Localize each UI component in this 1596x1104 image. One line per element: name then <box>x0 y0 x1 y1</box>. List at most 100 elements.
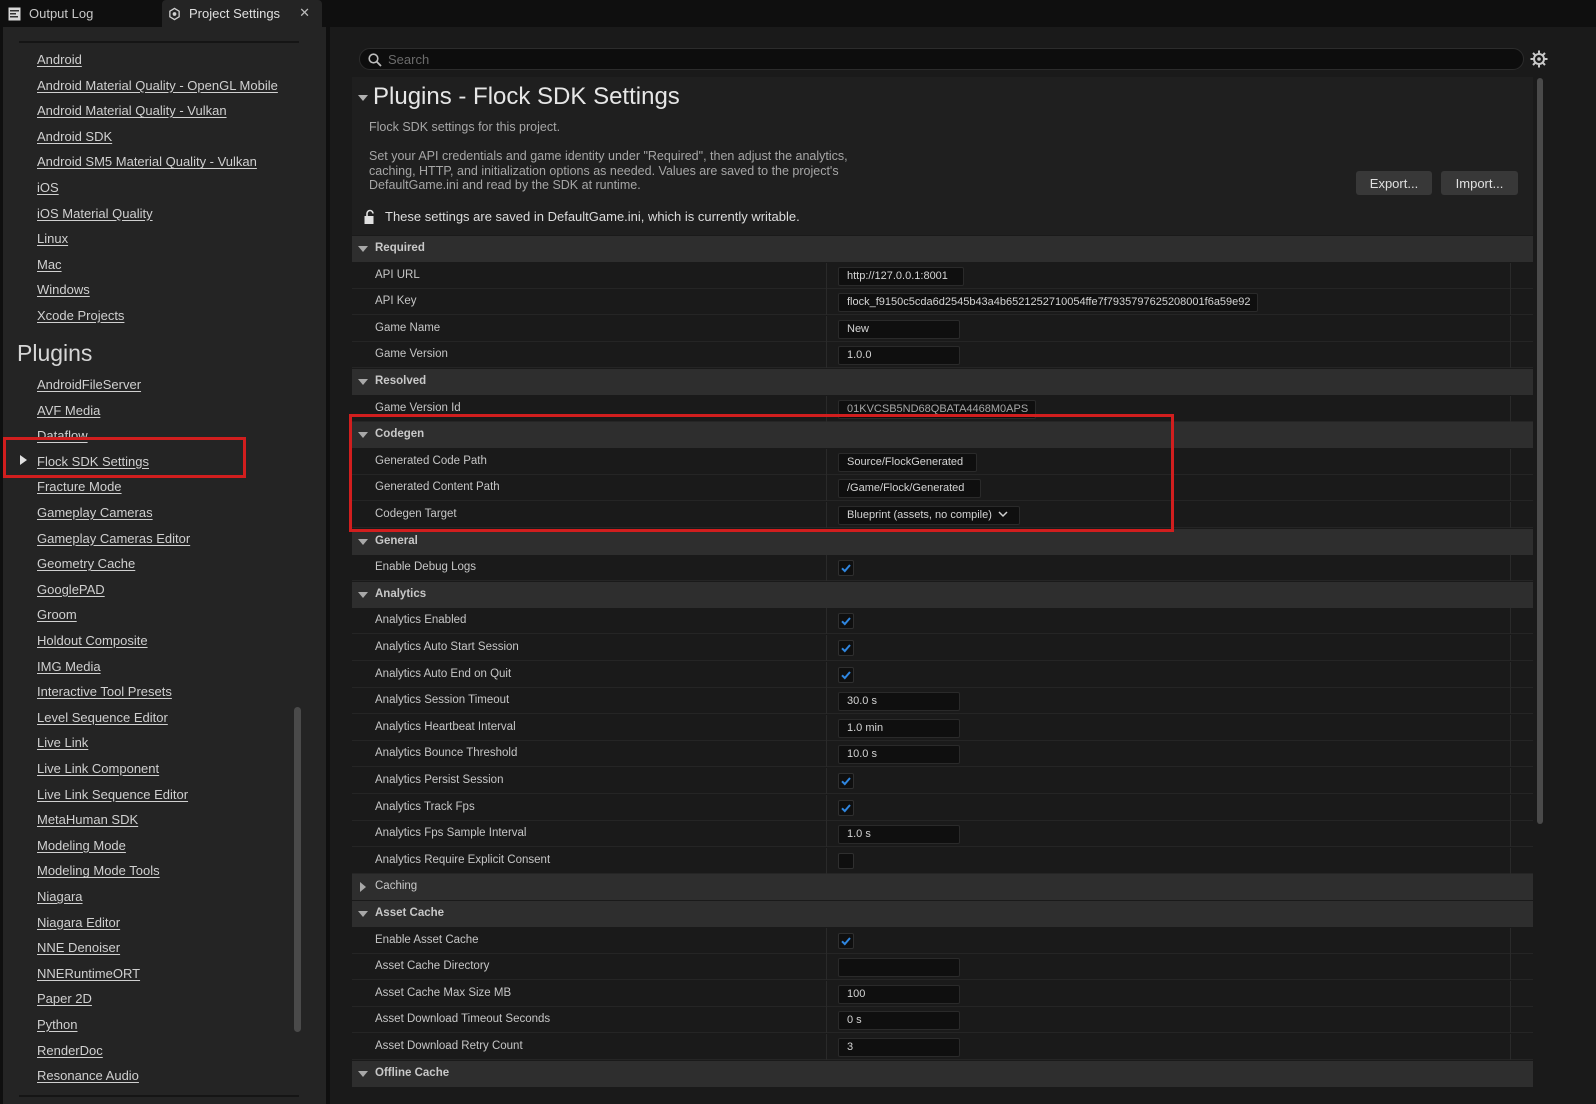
search-input[interactable] <box>388 49 1508 69</box>
column-divider[interactable] <box>826 289 827 316</box>
analytics-auto-start-session-checkbox[interactable] <box>838 640 854 656</box>
chevron-down-icon[interactable] <box>358 538 368 545</box>
category-asset-cache[interactable]: Asset Cache <box>352 901 1533 927</box>
column-divider[interactable] <box>826 768 827 794</box>
analytics-fps-sample-interval-field[interactable]: 1.0 s <box>838 825 960 845</box>
api-key-field[interactable]: flock_f9150c5cda6d2545b43a4b652125271005… <box>838 293 1258 313</box>
nav-item-nne-denoiser[interactable]: NNE Denoiser <box>37 939 120 957</box>
api-url-field[interactable]: http://127.0.0.1:8001 <box>838 266 964 286</box>
nav-item-gameplay-cameras[interactable]: Gameplay Cameras <box>37 504 153 522</box>
game-name-field[interactable]: New <box>838 319 960 339</box>
asset-cache-directory-field[interactable] <box>838 958 960 978</box>
column-divider[interactable] <box>826 608 827 635</box>
category-required[interactable]: Required <box>352 236 1533 262</box>
column-divider[interactable] <box>826 954 827 981</box>
nav-item-ios[interactable]: iOS <box>37 179 59 197</box>
tab-output-log[interactable]: Output Log <box>8 0 158 27</box>
nav-item-live-link-component[interactable]: Live Link Component <box>37 760 159 778</box>
column-divider[interactable] <box>826 927 827 954</box>
nav-item-live-link[interactable]: Live Link <box>37 734 88 752</box>
column-divider[interactable] <box>826 635 827 661</box>
column-divider[interactable] <box>826 794 827 821</box>
category-analytics[interactable]: Analytics <box>352 581 1533 608</box>
nav-item-xcode-projects[interactable]: Xcode Projects <box>37 307 124 325</box>
expand-arrow-icon[interactable] <box>360 882 366 893</box>
nav-item-android[interactable]: Android <box>37 51 82 69</box>
nav-item-python[interactable]: Python <box>37 1016 77 1034</box>
analytics-heartbeat-interval-field[interactable]: 1.0 min <box>838 718 960 738</box>
column-divider[interactable] <box>826 1034 827 1060</box>
enable-debug-logs-checkbox[interactable] <box>838 560 854 577</box>
nav-item-niagara-editor[interactable]: Niagara Editor <box>37 914 120 932</box>
asset-download-retry-count-field[interactable]: 3 <box>838 1038 960 1057</box>
column-divider[interactable] <box>826 688 827 715</box>
nav-item-mac[interactable]: Mac <box>37 256 62 274</box>
chevron-down-icon[interactable] <box>358 246 368 252</box>
nav-item-metahuman-sdk[interactable]: MetaHuman SDK <box>37 811 138 829</box>
nav-item-windows[interactable]: Windows <box>37 281 90 299</box>
nav-item-geometry-cache[interactable]: Geometry Cache <box>37 555 135 573</box>
nav-item-linux[interactable]: Linux <box>37 230 68 248</box>
nav-item-ios-material-quality[interactable]: iOS Material Quality <box>37 205 153 223</box>
column-divider[interactable] <box>826 821 827 848</box>
chevron-down-icon[interactable] <box>358 95 368 101</box>
nav-item-renderdoc[interactable]: RenderDoc <box>37 1042 103 1060</box>
analytics-auto-end-on-quit-checkbox[interactable] <box>838 666 854 683</box>
close-icon[interactable]: ✕ <box>299 5 310 21</box>
nav-item-android-material-quality-opengl-mobile[interactable]: Android Material Quality - OpenGL Mobile <box>37 77 278 95</box>
nav-item-gameplay-cameras-editor[interactable]: Gameplay Cameras Editor <box>37 530 190 548</box>
nav-item-modeling-mode-tools[interactable]: Modeling Mode Tools <box>37 862 160 880</box>
chevron-down-icon[interactable] <box>358 591 368 598</box>
analytics-track-fps-checkbox[interactable] <box>838 799 854 816</box>
nav-item-fracture-mode[interactable]: Fracture Mode <box>37 478 122 496</box>
nav-item-niagara[interactable]: Niagara <box>37 888 83 906</box>
nav-item-img-media[interactable]: IMG Media <box>37 658 101 676</box>
category-general[interactable]: General <box>352 528 1533 555</box>
column-divider[interactable] <box>826 262 827 289</box>
nav-item-googlepad[interactable]: GooglePAD <box>37 581 105 599</box>
nav-item-android-sdk[interactable]: Android SDK <box>37 128 112 146</box>
nav-item-resonance-audio[interactable]: Resonance Audio <box>37 1067 139 1085</box>
nav-item-androidfileserver[interactable]: AndroidFileServer <box>37 376 141 394</box>
analytics-require-explicit-consent-checkbox[interactable] <box>838 852 854 869</box>
nav-item-interactive-tool-presets[interactable]: Interactive Tool Presets <box>37 683 172 701</box>
category-resolved[interactable]: Resolved <box>352 369 1533 395</box>
nav-item-nneruntimeort[interactable]: NNERuntimeORT <box>37 965 140 983</box>
nav-item-live-link-sequence-editor[interactable]: Live Link Sequence Editor <box>37 786 188 804</box>
column-divider[interactable] <box>826 555 827 582</box>
column-divider[interactable] <box>826 980 827 1007</box>
column-divider[interactable] <box>826 342 827 369</box>
nav-item-android-sm5-material-quality-vulkan[interactable]: Android SM5 Material Quality - Vulkan <box>37 153 257 171</box>
column-divider[interactable] <box>826 661 827 688</box>
import-button[interactable]: Import... <box>1441 171 1518 195</box>
analytics-session-timeout-field[interactable]: 30.0 s <box>838 692 960 712</box>
analytics-enabled-checkbox[interactable] <box>838 613 854 630</box>
column-divider[interactable] <box>826 1007 827 1034</box>
details-scrollbar[interactable] <box>1537 78 1543 824</box>
chevron-down-icon[interactable] <box>358 379 368 385</box>
chevron-down-icon[interactable] <box>358 1070 368 1077</box>
category-caching[interactable]: Caching <box>352 874 1533 901</box>
export-button[interactable]: Export... <box>1356 171 1432 195</box>
asset-download-timeout-seconds-field[interactable]: 0 s <box>838 1011 960 1031</box>
nav-item-holdout-composite[interactable]: Holdout Composite <box>37 632 148 650</box>
analytics-bounce-threshold-field[interactable]: 10.0 s <box>838 745 960 765</box>
tab-project-settings[interactable]: Project Settings ✕ <box>162 0 322 27</box>
nav-item-paper-2d[interactable]: Paper 2D <box>37 990 92 1008</box>
nav-item-level-sequence-editor[interactable]: Level Sequence Editor <box>37 709 168 727</box>
analytics-persist-session-checkbox[interactable] <box>838 773 854 789</box>
column-divider[interactable] <box>826 741 827 768</box>
asset-cache-max-size-mb-field[interactable]: 100 <box>838 984 960 1004</box>
nav-item-groom[interactable]: Groom <box>37 606 77 624</box>
nav-item-avf-media[interactable]: AVF Media <box>37 402 100 420</box>
game-version-field[interactable]: 1.0.0 <box>838 346 960 366</box>
nav-scrollbar[interactable] <box>294 707 301 1032</box>
nav-item-android-material-quality-vulkan[interactable]: Android Material Quality - Vulkan <box>37 102 227 120</box>
column-divider[interactable] <box>826 315 827 342</box>
nav-item-modeling-mode[interactable]: Modeling Mode <box>37 837 126 855</box>
category-offline-cache[interactable]: Offline Cache <box>352 1060 1533 1087</box>
chevron-down-icon[interactable] <box>358 911 368 917</box>
enable-asset-cache-checkbox[interactable] <box>838 932 854 949</box>
column-divider[interactable] <box>826 847 827 874</box>
column-divider[interactable] <box>826 714 827 741</box>
